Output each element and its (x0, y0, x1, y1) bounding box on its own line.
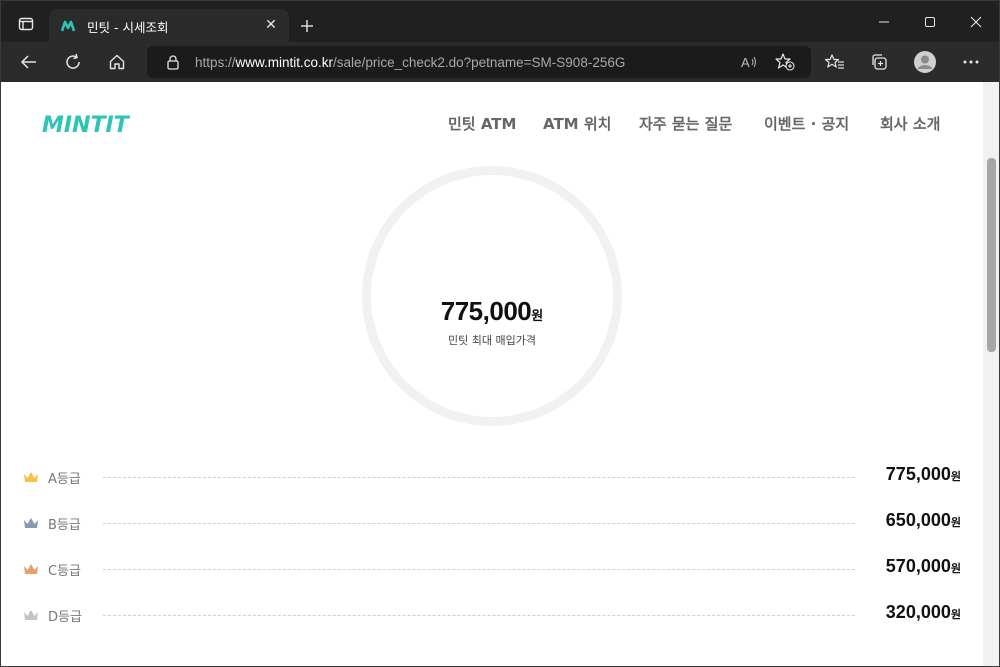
minimize-icon[interactable] (861, 1, 907, 42)
url-text: https://www.mintit.co.kr/sale/price_chec… (195, 55, 625, 70)
max-price-caption: 민팃 최대 매입가격 (448, 334, 536, 347)
max-price: 775,000원 (362, 296, 622, 327)
new-tab-icon[interactable] (293, 13, 321, 39)
crown-icon (24, 472, 38, 482)
page-content: MINTIT 민팃 ATM ATM 위치 자주 묻는 질문 이벤트 · 공지 회… (1, 82, 983, 666)
back-icon[interactable] (13, 46, 45, 78)
address-bar[interactable]: https://www.mintit.co.kr/sale/price_chec… (147, 46, 811, 78)
grade-label: B등급 (48, 518, 81, 533)
grade-price: 570,000원 (886, 556, 961, 577)
svg-text:A: A (741, 55, 750, 70)
maximize-icon[interactable] (907, 1, 953, 42)
nav-events-notice[interactable]: 이벤트 · 공지 (764, 113, 849, 134)
grade-row-a: A등급 775,000원 (1, 462, 983, 492)
title-bar: 민팃 - 시세조회 ✕ (1, 1, 999, 42)
more-menu-icon[interactable] (955, 46, 987, 78)
grade-price-currency: 원 (950, 470, 961, 483)
grade-price-value: 570,000 (885, 556, 951, 576)
grade-row-c: C등급 570,000원 (1, 554, 983, 584)
tab-actions-icon[interactable] (9, 10, 43, 38)
browser-tab[interactable]: 민팃 - 시세조회 ✕ (49, 9, 289, 42)
max-price-value: 775,000 (440, 296, 532, 326)
grade-price-value: 775,000 (885, 464, 951, 484)
nav-faq[interactable]: 자주 묻는 질문 (639, 113, 732, 134)
refresh-icon[interactable] (57, 46, 89, 78)
grade-row-b: B등급 650,000원 (1, 508, 983, 538)
home-icon[interactable] (101, 46, 133, 78)
logo-text: MINTIT (42, 113, 131, 136)
tab-close-icon[interactable]: ✕ (263, 17, 279, 33)
url-host: www.mintit.co.kr (235, 55, 334, 70)
mintit-favicon-icon (61, 20, 76, 32)
read-aloud-icon[interactable]: A (737, 50, 761, 74)
collections-icon[interactable] (863, 46, 895, 78)
grade-price: 650,000원 (886, 510, 961, 531)
nav-company-intro[interactable]: 회사 소개 (880, 113, 940, 134)
grade-price-currency: 원 (950, 516, 961, 529)
leader-dots (103, 523, 855, 524)
profile-avatar-icon[interactable] (909, 46, 941, 78)
grade-price-value: 650,000 (885, 510, 951, 530)
crown-icon (24, 564, 38, 574)
grade-label: A등급 (48, 472, 81, 487)
grade-label: C등급 (48, 564, 81, 579)
grade-row-d: D등급 320,000원 (1, 600, 983, 630)
tab-title: 민팃 - 시세조회 (87, 20, 169, 35)
mintit-logo[interactable]: MINTIT (41, 108, 145, 136)
grade-price: 775,000원 (886, 464, 961, 485)
crown-icon (24, 518, 38, 528)
grade-label: D등급 (48, 610, 82, 625)
nav-mintit-atm[interactable]: 민팃 ATM (448, 113, 516, 134)
url-path: /sale/price_check2.do?petname=SM-S908-25… (333, 55, 626, 70)
nav-atm-location[interactable]: ATM 위치 (543, 113, 611, 134)
close-window-icon[interactable] (953, 1, 999, 42)
grade-price: 320,000원 (886, 602, 961, 623)
grade-price-currency: 원 (950, 608, 961, 621)
browser-window: 민팃 - 시세조회 ✕ https://www.mintit.co.kr/sal… (0, 0, 1000, 667)
scrollbar-thumb[interactable] (987, 158, 996, 352)
grade-price-currency: 원 (950, 562, 961, 575)
lock-icon[interactable] (165, 54, 181, 70)
favorites-icon[interactable] (819, 46, 851, 78)
vertical-scrollbar[interactable] (983, 82, 999, 666)
leader-dots (103, 615, 855, 616)
browser-toolbar: https://www.mintit.co.kr/sale/price_chec… (1, 42, 999, 82)
crown-icon (24, 610, 38, 620)
leader-dots (103, 477, 855, 478)
add-favorite-icon[interactable] (773, 50, 797, 74)
grade-price-value: 320,000 (885, 602, 951, 622)
max-price-currency: 원 (531, 309, 544, 324)
url-prefix: https:// (195, 55, 236, 70)
leader-dots (103, 569, 855, 570)
